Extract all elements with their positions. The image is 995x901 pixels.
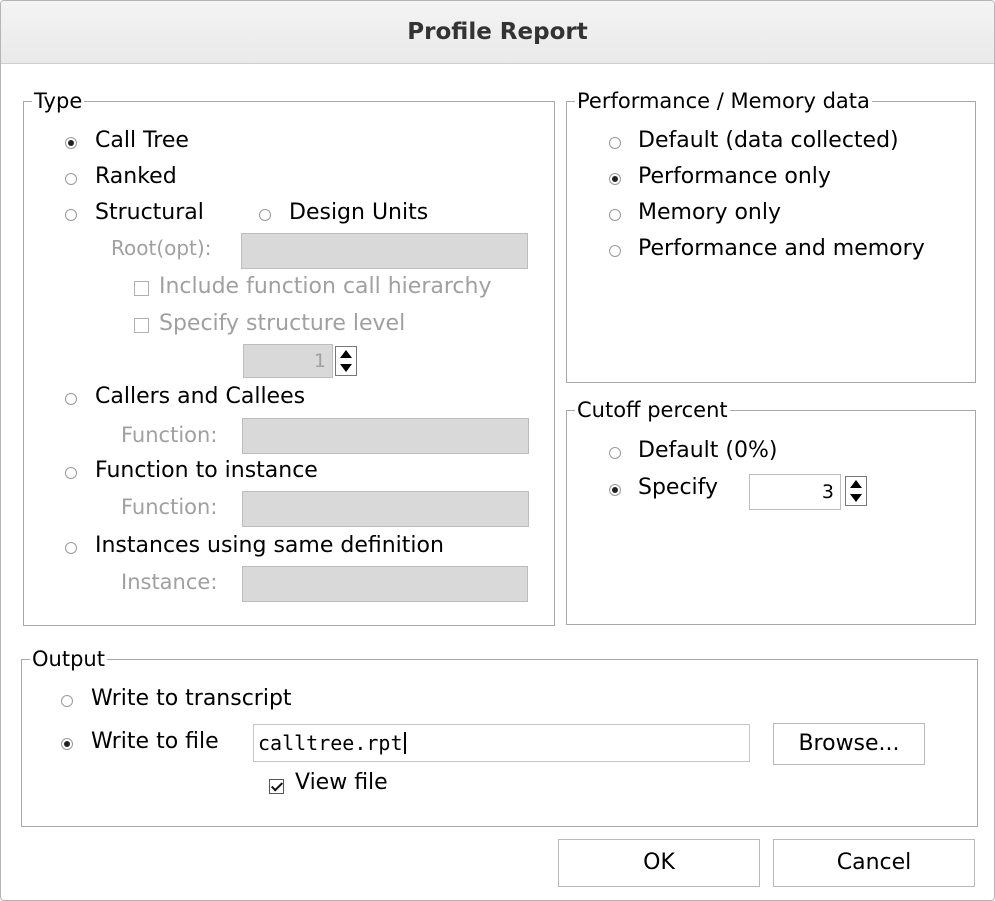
browse-button[interactable]: Browse... — [773, 723, 925, 765]
cutoff-legend: Cutoff percent — [577, 398, 728, 422]
callers-callees-radio[interactable] — [65, 393, 77, 405]
cutoff-specify-radio[interactable] — [609, 484, 621, 496]
function-to-instance-radio[interactable] — [65, 467, 77, 479]
function-label-1: Function: — [121, 423, 218, 447]
perf-and-mem-radio[interactable] — [609, 245, 621, 257]
instance-input[interactable] — [242, 566, 528, 602]
write-file-radio[interactable] — [61, 738, 73, 750]
structure-level-spinner[interactable] — [335, 346, 357, 376]
perf-default-radio[interactable] — [609, 137, 621, 149]
call-tree-label: Call Tree — [95, 128, 189, 153]
structural-label: Structural — [95, 200, 204, 225]
callers-callees-label: Callers and Callees — [95, 384, 306, 409]
ranked-label: Ranked — [95, 164, 177, 189]
perf-default-label: Default (data collected) — [638, 128, 899, 153]
function-to-instance-label: Function to instance — [95, 458, 318, 483]
structural-radio[interactable] — [65, 209, 77, 221]
profile-report-dialog: Profile Report Type Call Tree Ranked Str… — [0, 0, 995, 901]
write-transcript-label: Write to transcript — [91, 686, 292, 711]
ok-button[interactable]: OK — [558, 839, 760, 887]
design-units-radio[interactable] — [259, 209, 271, 221]
spinner-down-icon[interactable] — [340, 364, 352, 372]
type-legend: Type — [34, 89, 83, 113]
cutoff-default-radio[interactable] — [609, 447, 621, 459]
cutoff-spinner[interactable] — [845, 476, 867, 506]
cutoff-group: Cutoff percent — [566, 398, 976, 625]
call-tree-radio[interactable] — [65, 137, 77, 149]
perf-only-radio[interactable] — [609, 173, 621, 185]
design-units-label: Design Units — [289, 200, 429, 225]
title-bar[interactable]: Profile Report — [1, 1, 994, 64]
cutoff-specify-input[interactable]: 3 — [749, 474, 841, 510]
write-transcript-radio[interactable] — [61, 695, 73, 707]
cancel-button[interactable]: Cancel — [773, 839, 975, 887]
instance-label: Instance: — [121, 570, 218, 594]
include-hierarchy-label: Include function call hierarchy — [159, 274, 492, 299]
perf-memory-legend: Performance / Memory data — [577, 89, 870, 113]
output-legend: Output — [32, 647, 105, 671]
spinner-up-icon[interactable] — [340, 350, 352, 358]
include-hierarchy-checkbox[interactable] — [134, 281, 149, 296]
output-file-input[interactable]: calltree.rpt — [253, 724, 750, 762]
instances-same-def-label: Instances using same definition — [95, 533, 444, 558]
spinner-up-icon[interactable] — [850, 480, 862, 488]
root-input[interactable] — [241, 233, 528, 269]
instances-same-def-radio[interactable] — [65, 542, 77, 554]
perf-only-label: Performance only — [638, 164, 831, 189]
root-label: Root(opt): — [111, 236, 212, 260]
view-file-checkbox[interactable] — [269, 779, 284, 794]
output-file-value: calltree.rpt — [258, 731, 403, 755]
perf-and-mem-label: Performance and memory — [638, 236, 925, 261]
structure-level-input[interactable]: 1 — [243, 344, 333, 378]
write-file-label: Write to file — [91, 729, 219, 754]
mem-only-label: Memory only — [638, 200, 781, 225]
cutoff-specify-label: Specify — [638, 475, 719, 500]
cutoff-default-label: Default (0%) — [638, 438, 778, 463]
function-to-instance-input[interactable] — [242, 491, 529, 527]
dialog-title: Profile Report — [407, 19, 588, 45]
callers-function-input[interactable] — [242, 418, 529, 454]
mem-only-radio[interactable] — [609, 209, 621, 221]
spinner-down-icon[interactable] — [850, 494, 862, 502]
ranked-radio[interactable] — [65, 173, 77, 185]
function-label-2: Function: — [121, 495, 218, 519]
specify-level-checkbox[interactable] — [134, 318, 149, 333]
view-file-label: View file — [295, 770, 388, 795]
text-caret — [403, 732, 406, 754]
specify-level-label: Specify structure level — [159, 311, 406, 336]
